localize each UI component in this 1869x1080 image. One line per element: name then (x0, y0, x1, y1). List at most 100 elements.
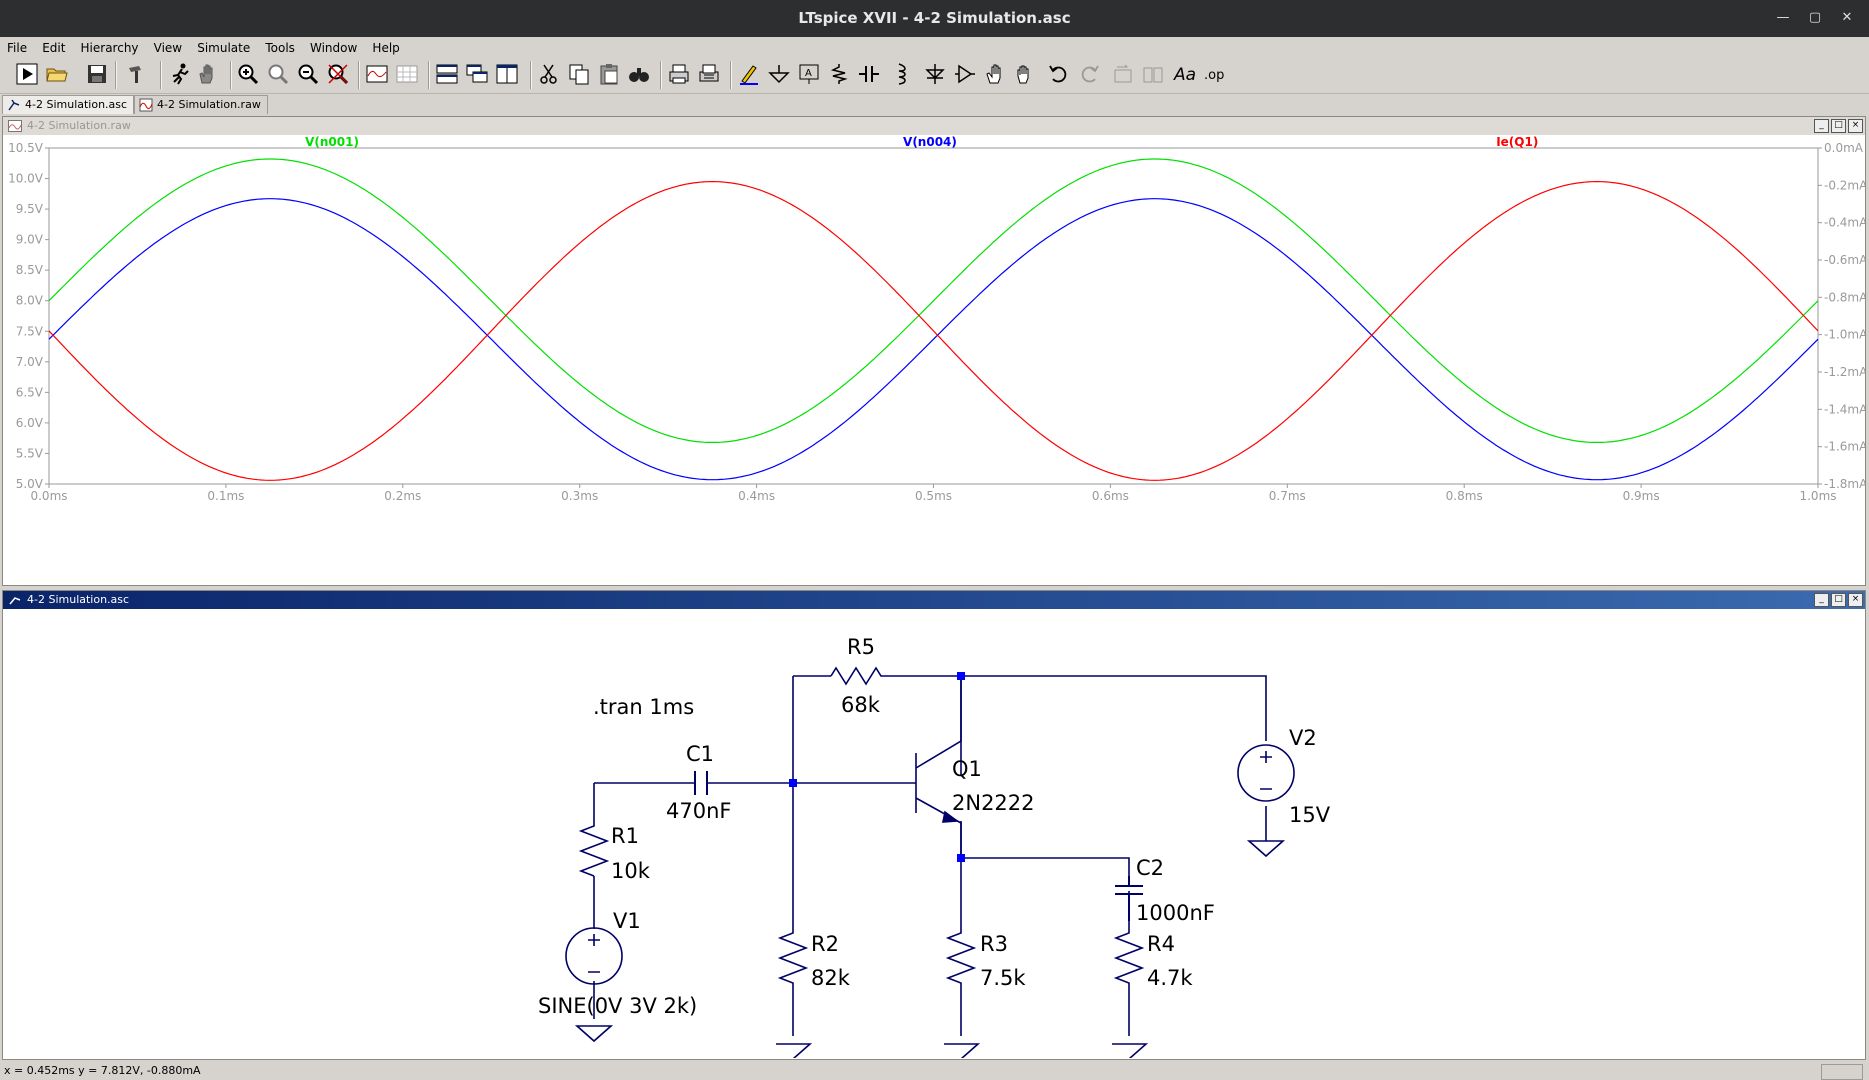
svg-text:Aa: Aa (1173, 65, 1196, 85)
menu-help[interactable]: Help (367, 38, 404, 55)
window-title: LTspice XVII - 4-2 Simulation.asc (798, 9, 1071, 27)
y-left-tick-label: 5.5V (16, 446, 44, 460)
maximize-button[interactable]: ▢ (1803, 6, 1827, 30)
minimize-button[interactable]: — (1771, 6, 1795, 30)
c2-value[interactable]: 1000nF (1136, 901, 1215, 925)
component-icon[interactable] (952, 61, 978, 87)
run-icon[interactable] (14, 61, 40, 87)
c1-value[interactable]: 470nF (666, 799, 731, 823)
cut-icon[interactable] (536, 61, 562, 87)
zoom-in-icon[interactable] (235, 61, 261, 87)
autorange-icon[interactable] (364, 61, 390, 87)
svg-text:.op: .op (1204, 68, 1224, 83)
r3-value[interactable]: 7.5k (980, 966, 1026, 990)
run-man-icon[interactable] (168, 61, 194, 87)
resize-grip[interactable] (1821, 1064, 1863, 1080)
paste-icon[interactable] (596, 61, 622, 87)
waveform-window-icon (8, 120, 22, 132)
text-icon[interactable]: Aa (1172, 61, 1198, 87)
schematic-minimize-button[interactable]: _ (1814, 593, 1829, 607)
menu-edit[interactable]: Edit (37, 38, 70, 55)
y-left-tick-label: 8.0V (16, 294, 44, 308)
cascade-icon[interactable] (464, 61, 490, 87)
v2-name[interactable]: V2 (1289, 726, 1317, 750)
spice-directive-icon[interactable]: .op (1202, 61, 1228, 87)
r2-name[interactable]: R2 (811, 932, 839, 956)
x-tick-label: 0.0ms (30, 489, 67, 503)
save-icon[interactable] (84, 61, 110, 87)
r2-value[interactable]: 82k (811, 966, 851, 990)
waveform-window-title: 4-2 Simulation.raw (27, 119, 131, 132)
v1-name[interactable]: V1 (613, 909, 641, 933)
print-icon[interactable] (666, 61, 692, 87)
r5-name[interactable]: R5 (847, 635, 875, 659)
schematic-window-title: 4-2 Simulation.asc (27, 593, 130, 606)
y-left-tick-label: 5.0V (16, 477, 44, 491)
c2-name[interactable]: C2 (1136, 856, 1164, 880)
legend-ie-q1-: Ie(Q1) (1496, 136, 1538, 149)
grid-icon[interactable] (394, 61, 420, 87)
label-net-icon[interactable]: A (796, 61, 822, 87)
q1-value[interactable]: 2N2222 (952, 791, 1035, 815)
y-left-tick-label: 6.0V (16, 416, 44, 430)
inductor-icon[interactable] (886, 61, 912, 87)
tile-vertical-icon[interactable] (494, 61, 520, 87)
y-right-tick-label: -1.8mA (1824, 477, 1865, 491)
r1-name[interactable]: R1 (611, 824, 639, 848)
copy-icon[interactable] (566, 61, 592, 87)
schematic-close-button[interactable]: × (1848, 593, 1863, 607)
schematic-window-title-bar[interactable]: 4-2 Simulation.asc _ □ × (3, 591, 1865, 609)
resistor-icon[interactable] (826, 61, 852, 87)
close-button[interactable]: ✕ (1835, 6, 1859, 30)
menu-file[interactable]: File (2, 38, 32, 55)
pan-icon[interactable] (265, 61, 291, 87)
undo-icon[interactable] (1046, 61, 1072, 87)
schematic-maximize-button[interactable]: □ (1831, 593, 1846, 607)
v2-value[interactable]: 15V (1289, 803, 1331, 827)
ground-icon[interactable] (766, 61, 792, 87)
y-left-tick-label: 7.0V (16, 355, 44, 369)
menu-simulate[interactable]: Simulate (192, 38, 255, 55)
r4-value[interactable]: 4.7k (1147, 966, 1193, 990)
y-right-tick-label: 0.0mA (1824, 141, 1864, 155)
zoom-fit-icon[interactable] (325, 61, 351, 87)
print-preview-icon[interactable] (696, 61, 722, 87)
plot-area (48, 147, 1819, 485)
x-tick-label: 0.1ms (207, 489, 244, 503)
r3-name[interactable]: R3 (980, 932, 1008, 956)
open-folder-icon[interactable] (44, 61, 70, 87)
schematic-canvas[interactable]: .tran 1ms R5 68k C1 470nF Q1 2N2222 V2 1… (3, 610, 1863, 1058)
capacitor-icon[interactable] (856, 61, 882, 87)
tile-horizontal-icon[interactable] (434, 61, 460, 87)
move-hand-icon[interactable] (982, 61, 1008, 87)
waveform-close-button[interactable]: × (1848, 119, 1863, 133)
r1-value[interactable]: 10k (611, 859, 651, 883)
menu-hierarchy[interactable]: Hierarchy (76, 38, 144, 55)
mirror-icon[interactable] (1140, 61, 1166, 87)
redo-icon[interactable] (1076, 61, 1102, 87)
r4-name[interactable]: R4 (1147, 932, 1175, 956)
diode-icon[interactable] (922, 61, 948, 87)
tab-waveform[interactable]: 4-2 Simulation.raw (134, 95, 268, 114)
menu-view[interactable]: View (149, 38, 187, 55)
c1-name[interactable]: C1 (686, 742, 714, 766)
y-right-tick-label: -1.0mA (1824, 328, 1865, 342)
find-binoculars-icon[interactable] (626, 61, 652, 87)
v1-value[interactable]: SINE(0V 3V 2k) (538, 994, 697, 1018)
r5-value[interactable]: 68k (841, 693, 881, 717)
waveform-window-title-bar[interactable]: 4-2 Simulation.raw _ □ × (3, 117, 1865, 135)
q1-name[interactable]: Q1 (952, 757, 982, 781)
waveform-minimize-button[interactable]: _ (1814, 119, 1829, 133)
draw-wire-pencil-icon[interactable] (736, 61, 762, 87)
spice-directive[interactable]: .tran 1ms (593, 695, 694, 719)
menu-tools[interactable]: Tools (260, 38, 300, 55)
waveform-plot[interactable]: 0.0ms 0.1ms 0.2ms 0.3ms 0.4ms 0.5ms 0.6ms 0.7ms… (3, 136, 1865, 584)
rotate-icon[interactable] (1110, 61, 1136, 87)
halt-hand-icon[interactable] (194, 61, 220, 87)
waveform-maximize-button[interactable]: □ (1831, 119, 1846, 133)
menu-window[interactable]: Window (305, 38, 362, 55)
drag-hand-icon[interactable] (1012, 61, 1038, 87)
control-panel-hammer-icon[interactable] (124, 61, 150, 87)
tab-schematic[interactable]: 4-2 Simulation.asc (2, 95, 135, 114)
zoom-out-icon[interactable] (295, 61, 321, 87)
